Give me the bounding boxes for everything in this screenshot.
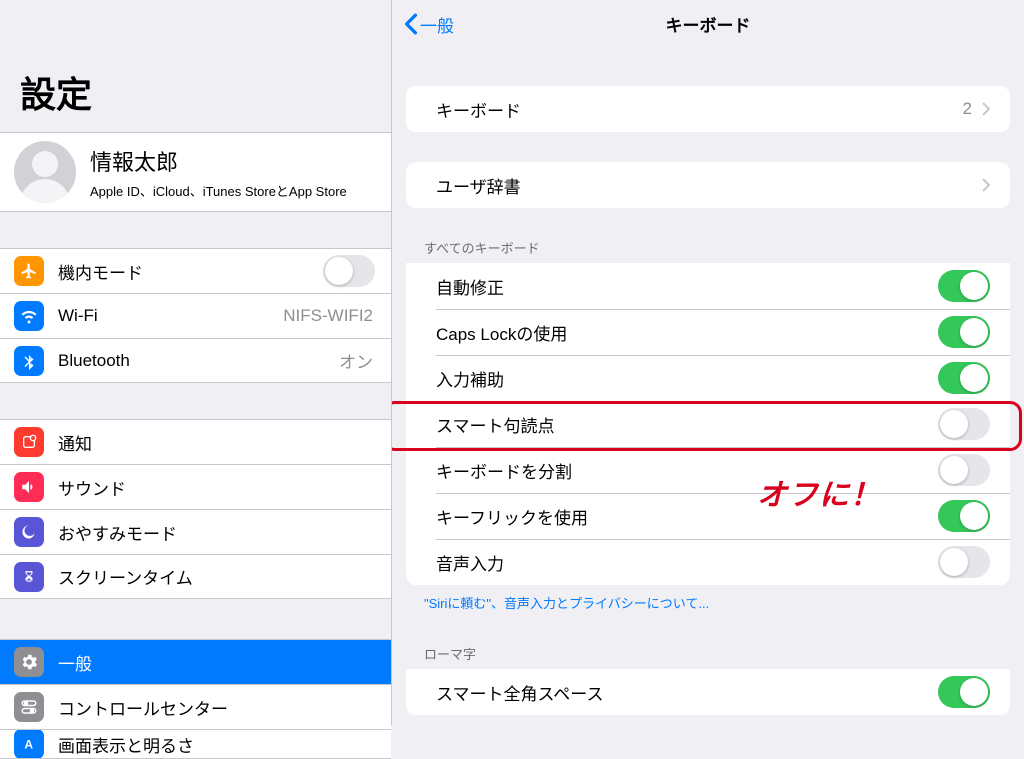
switches-icon [14,692,44,722]
row-label: スマート句読点 [436,412,938,437]
sidebar-item-notifications[interactable]: 通知 [0,419,391,464]
cell-label: サウンド [58,475,375,500]
row-smart-punctuation: スマート句読点 [406,401,1010,447]
sidebar-group-alerts: 通知 サウンド おやすみモード スクリーンタイム [0,419,391,599]
row-keyboards[interactable]: キーボード 2 [406,86,1010,132]
row-label: Caps Lockの使用 [436,320,938,345]
siri-privacy-link[interactable]: "Siriに頼む"、音声入力とプライバシーについて... [392,585,1024,614]
profile-row[interactable]: 情報太郎 Apple ID、iCloud、iTunes StoreとApp St… [0,132,391,212]
capslock-toggle[interactable] [938,316,990,348]
back-button[interactable]: 一般 [404,12,454,37]
row-autocorrect: 自動修正 [406,263,1010,309]
cell-label: 機内モード [58,259,323,284]
detail-content[interactable]: キーボード 2 ユーザ辞書 すべてのキーボード 自動修正 Caps Lockの使… [392,48,1024,725]
cell-label: おやすみモード [58,520,375,545]
chevron-right-icon [982,102,990,116]
sidebar-item-dnd[interactable]: おやすみモード [0,509,391,554]
romaji-toggle[interactable] [938,676,990,708]
row-dictation: 音声入力 [406,539,1010,585]
cell-label: Bluetooth [58,351,339,371]
bluetooth-icon [14,346,44,376]
notifications-icon [14,427,44,457]
annotation-text: オフに！ [757,470,881,514]
row-smart-fullwidth-space: スマート全角スペース [406,669,1010,715]
section-all-keyboards: すべてのキーボード 自動修正 Caps Lockの使用 入力補助 スマート句読点… [392,238,1024,614]
row-label: 自動修正 [436,274,938,299]
back-label: 一般 [420,12,454,37]
split-toggle[interactable] [938,454,990,486]
profile-sub: Apple ID、iCloud、iTunes StoreとApp Store [90,181,347,200]
keyboards-count: 2 [963,99,972,119]
cell-label: 一般 [58,650,375,675]
row-label: 音声入力 [436,550,938,575]
avatar-icon [14,141,76,203]
sidebar-item-general[interactable]: 一般 [0,639,391,684]
bt-value: オン [339,348,373,373]
section-header: すべてのキーボード [392,238,1024,263]
row-label: 入力補助 [436,366,938,391]
display-icon: A [14,729,44,759]
row-userdict[interactable]: ユーザ辞書 [406,162,1010,208]
sidebar-item-screentime[interactable]: スクリーンタイム [0,554,391,599]
section-romaji: ローマ字 スマート全角スペース [392,644,1024,715]
row-assist: 入力補助 [406,355,1010,401]
sidebar-item-control-center[interactable]: コントロールセンター [0,684,391,729]
hourglass-icon [14,562,44,592]
section-keyboards: キーボード 2 [392,86,1024,132]
moon-icon [14,517,44,547]
sidebar-item-display[interactable]: A 画面表示と明るさ [0,729,391,759]
detail-panel: 一般 キーボード キーボード 2 ユーザ辞書 すべてのキーボード 自動修正 [392,0,1024,725]
wifi-icon [14,301,44,331]
row-split-keyboard: キーボードを分割 [406,447,1010,493]
wifi-value: NIFS-WIFI2 [283,306,373,326]
cell-label: 画面表示と明るさ [58,732,375,757]
row-key-flick: キーフリックを使用 [406,493,1010,539]
sidebar-group-general: 一般 コントロールセンター A 画面表示と明るさ [0,639,391,759]
sidebar-item-airplane[interactable]: 機内モード [0,248,391,293]
row-label: ユーザ辞書 [436,173,982,198]
chevron-left-icon [404,13,418,35]
cell-label: Wi-Fi [58,306,283,326]
cell-label: 通知 [58,430,375,455]
row-capslock: Caps Lockの使用 [406,309,1010,355]
sidebar-item-wifi[interactable]: Wi-Fi NIFS-WIFI2 [0,293,391,338]
assist-toggle[interactable] [938,362,990,394]
settings-sidebar: 設定 情報太郎 Apple ID、iCloud、iTunes StoreとApp… [0,0,392,725]
sound-icon [14,472,44,502]
sidebar-group-connectivity: 機内モード Wi-Fi NIFS-WIFI2 Bluetooth オン [0,248,391,383]
profile-name: 情報太郎 [90,145,347,177]
settings-title: 設定 [0,0,391,132]
cell-label: スクリーンタイム [58,564,375,589]
sidebar-item-sound[interactable]: サウンド [0,464,391,509]
autocorrect-toggle[interactable] [938,270,990,302]
dictation-toggle[interactable] [938,546,990,578]
airplane-toggle[interactable] [323,255,375,287]
row-label: スマート全角スペース [436,680,938,705]
gear-icon [14,647,44,677]
sidebar-item-bluetooth[interactable]: Bluetooth オン [0,338,391,383]
row-label: キーボード [436,97,963,122]
airplane-icon [14,256,44,286]
section-userdict: ユーザ辞書 [392,162,1024,208]
smartpunct-toggle[interactable] [938,408,990,440]
section-header: ローマ字 [392,644,1024,669]
chevron-right-icon [982,178,990,192]
navbar: 一般 キーボード [392,0,1024,48]
nav-title: キーボード [666,12,751,37]
flick-toggle[interactable] [938,500,990,532]
svg-text:A: A [24,738,33,752]
cell-label: コントロールセンター [58,695,375,720]
